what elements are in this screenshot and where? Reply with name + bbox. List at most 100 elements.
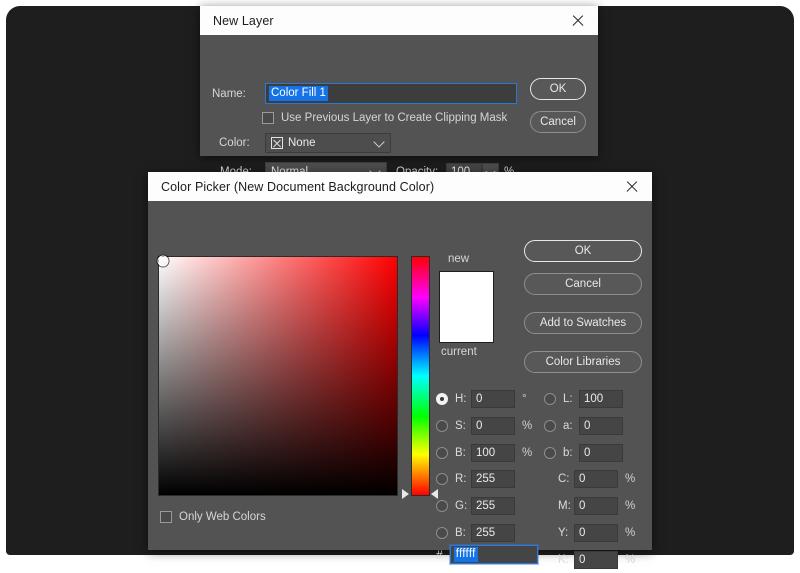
current-color-swatch[interactable] [440, 307, 493, 342]
hex-sign-label: # [436, 548, 443, 562]
hsb-row-s: S: 0 % [436, 412, 532, 439]
color-picker-ok-button[interactable]: OK [524, 240, 642, 262]
lab-input-a[interactable]: 0 [579, 417, 623, 435]
only-web-colors-row[interactable]: Only Web Colors [160, 511, 266, 523]
hsb-input-b[interactable]: 100 [471, 444, 515, 462]
clipping-mask-label: Use Previous Layer to Create Clipping Ma… [281, 112, 507, 124]
hsb-group: H: 0 ° S: 0 % B: 100 % [436, 385, 532, 466]
lab-input-l[interactable]: 100 [579, 390, 623, 408]
new-color-swatch [440, 272, 493, 307]
hsb-unit-h: ° [522, 393, 527, 405]
cmyk-unit-m: % [625, 500, 635, 512]
rgb-radio-g[interactable] [436, 500, 448, 512]
rgb-row-b: B: 255 [436, 519, 515, 546]
new-layer-ok-button[interactable]: OK [530, 78, 586, 100]
layer-name-input[interactable]: Color Fill 1 [265, 83, 517, 104]
new-layer-dialog: New Layer Name: Color Fill 1 Use Previou… [200, 6, 598, 156]
none-swatch-icon [271, 137, 283, 149]
rgb-group: R: 255 G: 255 B: 255 [436, 465, 515, 546]
hsb-unit-b: % [522, 447, 532, 459]
rgb-radio-b[interactable] [436, 527, 448, 539]
hsb-value-s: 0 [476, 418, 482, 434]
current-color-label: current [441, 346, 477, 358]
hex-color-input[interactable]: ffffff [450, 545, 538, 564]
hsb-input-s[interactable]: 0 [471, 417, 515, 435]
chevron-down-icon [373, 136, 384, 147]
layer-color-dropdown[interactable]: None [265, 133, 391, 153]
hsb-value-b: 100 [476, 445, 495, 461]
lab-value-l: 100 [584, 391, 603, 407]
lab-radio-l[interactable] [544, 393, 556, 405]
color-preview-swatch[interactable] [439, 271, 494, 343]
rgb-input-r[interactable]: 255 [471, 470, 515, 488]
clipping-mask-checkbox[interactable] [262, 112, 274, 124]
lab-row-l: L: 100 [544, 385, 623, 412]
hsb-unit-s: % [522, 420, 532, 432]
color-picker-marker[interactable] [158, 256, 169, 267]
cmyk-row-k: K: 0 % [558, 546, 635, 573]
close-icon[interactable] [568, 11, 588, 31]
hsb-key-b: B: [455, 447, 471, 459]
lab-key-l: L: [563, 393, 579, 405]
hsb-value-h: 0 [476, 391, 482, 407]
only-web-colors-checkbox[interactable] [160, 511, 172, 523]
add-to-swatches-button[interactable]: Add to Swatches [524, 312, 642, 334]
cmyk-input-c[interactable]: 0 [574, 470, 618, 488]
hsb-key-s: S: [455, 420, 471, 432]
rgb-value-r: 255 [476, 471, 495, 487]
rgb-key-r: R: [455, 473, 471, 485]
hue-slider-handle-left[interactable] [402, 489, 409, 499]
new-layer-titlebar: New Layer [200, 6, 598, 35]
color-picker-body: new current Only Web Colors OK Cancel Ad… [148, 201, 652, 550]
rgb-input-g[interactable]: 255 [471, 497, 515, 515]
layer-color-value: None [288, 137, 316, 149]
lab-radio-a[interactable] [544, 420, 556, 432]
close-icon[interactable] [622, 177, 642, 197]
rgb-row-r: R: 255 [436, 465, 515, 492]
cmyk-row-y: Y: 0 % [558, 519, 635, 546]
cmyk-key-m: M: [558, 500, 574, 512]
rgb-radio-r[interactable] [436, 473, 448, 485]
hsb-radio-b[interactable] [436, 447, 448, 459]
cmyk-unit-k: % [625, 554, 635, 566]
cmyk-input-k[interactable]: 0 [574, 551, 618, 569]
hsb-key-h: H: [455, 393, 471, 405]
layer-name-value: Color Fill 1 [269, 86, 328, 101]
cmyk-value-c: 0 [579, 471, 585, 487]
cmyk-group: C: 0 % M: 0 % Y: 0 % K: 0 % [558, 465, 635, 573]
cmyk-input-y[interactable]: 0 [574, 524, 618, 542]
lab-row-b: b: 0 [544, 439, 623, 466]
cmyk-key-c: C: [558, 473, 574, 485]
color-picker-titlebar: Color Picker (New Document Background Co… [148, 172, 652, 201]
cmyk-row-c: C: 0 % [558, 465, 635, 492]
lab-row-a: a: 0 [544, 412, 623, 439]
clipping-mask-row[interactable]: Use Previous Layer to Create Clipping Ma… [262, 112, 507, 124]
new-layer-cancel-button[interactable]: Cancel [530, 111, 586, 133]
hex-row: # ffffff [436, 545, 538, 564]
only-web-colors-label: Only Web Colors [179, 511, 266, 523]
cmyk-key-y: Y: [558, 527, 574, 539]
rgb-value-g: 255 [476, 498, 495, 514]
cmyk-value-y: 0 [579, 525, 585, 541]
lab-input-b[interactable]: 0 [579, 444, 623, 462]
color-libraries-button[interactable]: Color Libraries [524, 351, 642, 373]
hsb-input-h[interactable]: 0 [471, 390, 515, 408]
hsb-radio-s[interactable] [436, 420, 448, 432]
cmyk-value-k: 0 [579, 552, 585, 568]
rgb-input-b[interactable]: 255 [471, 524, 515, 542]
cmyk-input-m[interactable]: 0 [574, 497, 618, 515]
hex-color-value: ffffff [454, 547, 478, 562]
lab-value-a: 0 [584, 418, 590, 434]
saturation-brightness-field[interactable] [158, 256, 398, 496]
cmyk-unit-y: % [625, 527, 635, 539]
lab-group: L: 100 a: 0 b: 0 [544, 385, 623, 466]
lab-key-b: b: [563, 447, 579, 459]
hue-slider[interactable] [411, 256, 430, 496]
rgb-key-g: G: [455, 500, 471, 512]
color-picker-cancel-button[interactable]: Cancel [524, 273, 642, 295]
hsb-row-b: B: 100 % [436, 439, 532, 466]
name-label: Name: [212, 88, 246, 100]
hsb-radio-h[interactable] [436, 393, 448, 405]
lab-radio-b[interactable] [544, 447, 556, 459]
rgb-value-b: 255 [476, 525, 495, 541]
